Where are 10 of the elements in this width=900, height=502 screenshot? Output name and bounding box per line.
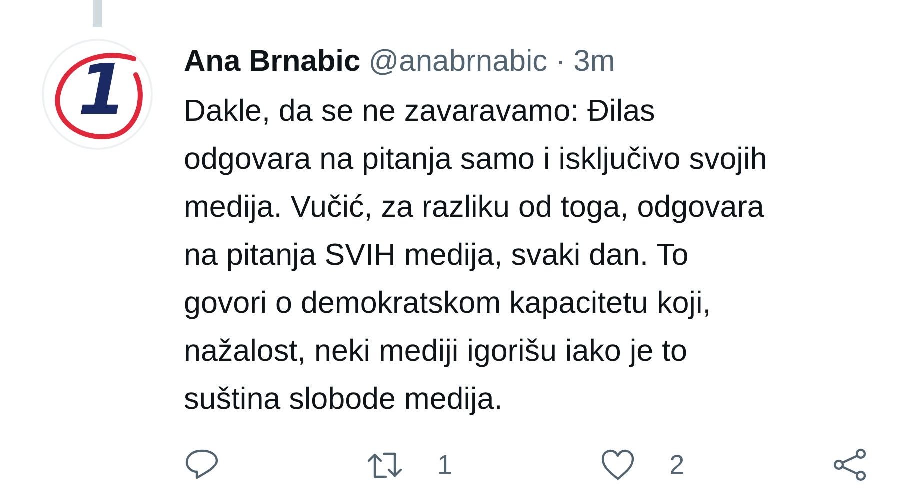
separator: · xyxy=(556,47,566,77)
avatar-text: 1 xyxy=(78,55,127,125)
author-handle[interactable]: @anabrnabic xyxy=(368,47,548,77)
author-name[interactable]: Ana Brnabic xyxy=(184,47,361,77)
share-icon xyxy=(832,447,868,484)
like-button[interactable]: 2 xyxy=(600,445,685,486)
retweet-button[interactable]: 1 xyxy=(367,445,452,486)
timestamp[interactable]: 3m xyxy=(574,47,616,77)
tweet-text: Dakle, da se ne zavaravamo: Đilas odgovara na pitanja samo i isključivo svojih medija. Vučić, za razliku od toga, odgovara na pitanja SVIH medija, svaki dan. To govori o demokratskom kapacitetu koji, nažalost, neki mediji igorišu iako je to suština slobode medija. xyxy=(184,93,768,418)
share-button[interactable] xyxy=(832,447,868,484)
